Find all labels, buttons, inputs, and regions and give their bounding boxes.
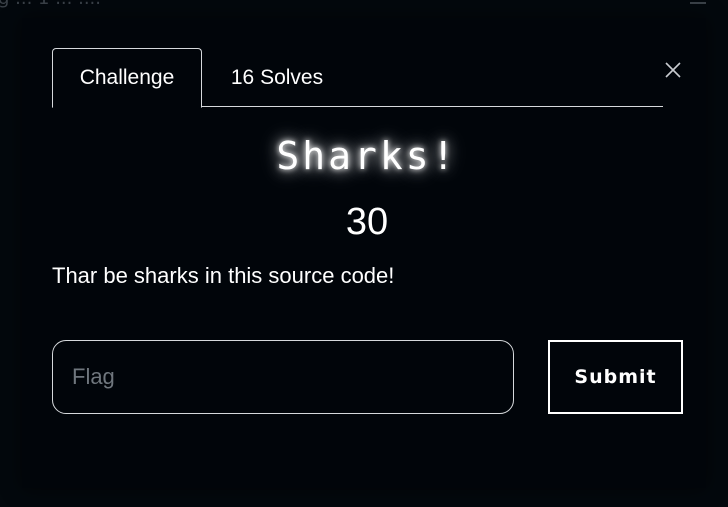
challenge-modal: Challenge 16 Solves Sharks! 30 Thar be s…	[22, 18, 706, 488]
submit-button[interactable]: Submit	[548, 340, 683, 414]
background-navbar: g ... 1 ... ....	[0, 0, 728, 12]
challenge-title: Sharks!	[276, 134, 458, 178]
modal-tabs: Challenge 16 Solves	[52, 48, 663, 108]
tab-challenge[interactable]: Challenge	[52, 48, 202, 108]
close-button[interactable]	[661, 58, 685, 82]
background-nav-text: g ... 1 ... ....	[0, 0, 101, 9]
challenge-points: 30	[345, 201, 389, 243]
close-icon	[665, 62, 681, 78]
challenge-description: Thar be sharks in this source code!	[52, 263, 395, 288]
flag-input[interactable]	[52, 340, 514, 414]
menu-icon	[690, 0, 706, 4]
tab-solves[interactable]: 16 Solves	[202, 48, 352, 107]
